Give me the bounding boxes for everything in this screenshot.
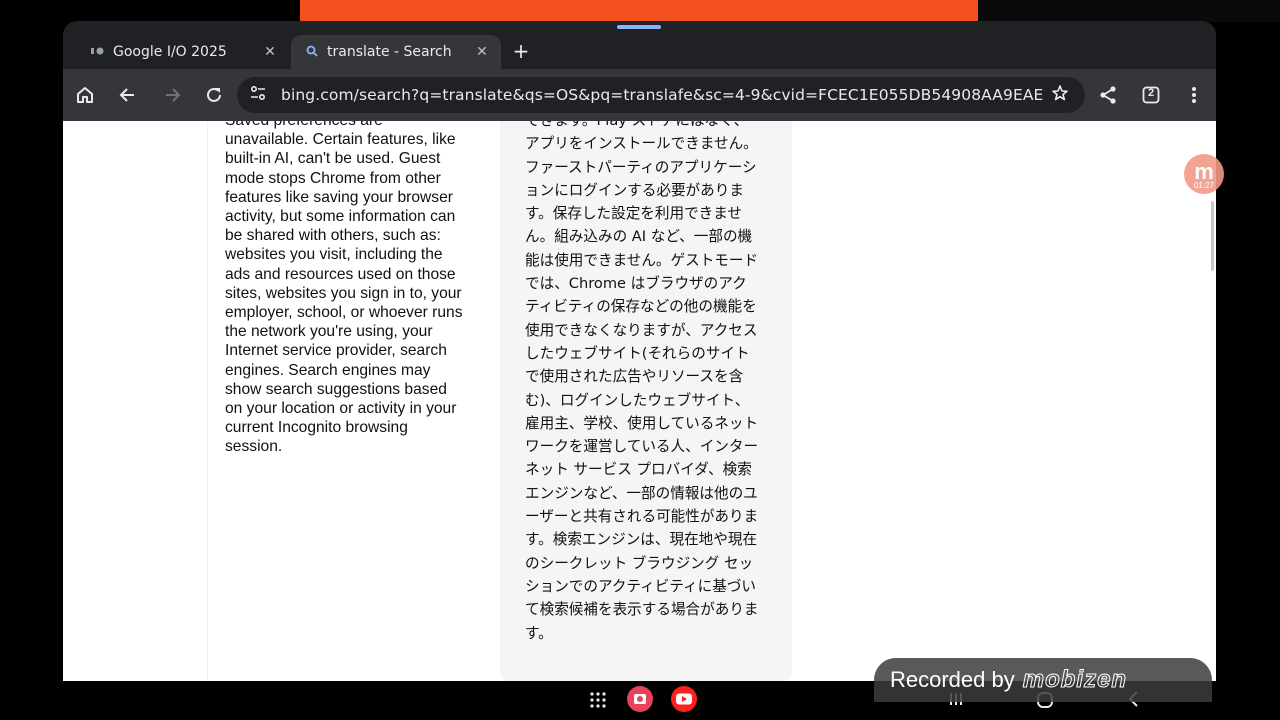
- recording-watermark: Recorded by mobizen: [874, 658, 1212, 702]
- tab-google-io[interactable]: Google I/O 2025 ✕: [77, 35, 289, 69]
- home-icon[interactable]: [71, 81, 99, 109]
- close-icon[interactable]: ✕: [261, 44, 279, 60]
- browser-window: Google I/O 2025 ✕ translate - Search ✕ +: [63, 21, 1216, 681]
- tab-count: 2: [1147, 87, 1155, 99]
- mobizen-logo: mobizen: [1022, 666, 1128, 694]
- english-source-text: Saved preferences are unavailable. Certa…: [225, 121, 463, 456]
- forward-arrow-icon[interactable]: [158, 81, 186, 109]
- back-arrow-icon[interactable]: [114, 81, 142, 109]
- close-icon[interactable]: ✕: [473, 44, 491, 60]
- share-icon[interactable]: [1094, 81, 1122, 109]
- page-scrollbar[interactable]: [1211, 201, 1214, 271]
- menu-kebab-icon[interactable]: [1180, 81, 1208, 109]
- youtube-app-icon[interactable]: [670, 685, 698, 717]
- tab-translate-search[interactable]: translate - Search ✕: [291, 35, 501, 69]
- new-tab-button[interactable]: +: [509, 39, 533, 63]
- search-icon: [305, 45, 319, 60]
- site-settings-icon[interactable]: [249, 84, 269, 106]
- tab-strip: Google I/O 2025 ✕ translate - Search ✕ +: [63, 33, 1216, 69]
- address-bar[interactable]: bing.com/search?q=translate&qs=OS&pq=tra…: [237, 77, 1085, 113]
- bookmark-star-icon[interactable]: [1051, 84, 1073, 106]
- watermark-text: Recorded by: [890, 667, 1015, 692]
- tab-title: translate - Search: [327, 44, 452, 60]
- mobizen-bubble[interactable]: m 01:27: [1184, 154, 1224, 194]
- screen-recorder-app-icon[interactable]: [626, 685, 654, 717]
- background-dark-left: [0, 0, 300, 22]
- tab-switcher-button[interactable]: 2: [1137, 81, 1165, 109]
- reload-icon[interactable]: [200, 81, 228, 109]
- background-video-strip: [300, 0, 978, 22]
- app-drawer-icon[interactable]: [589, 691, 607, 713]
- google-io-icon: [91, 45, 105, 59]
- bubble-timer: 01:27: [1193, 180, 1215, 190]
- japanese-translation-text: できます。Play ストアにはなく、アプリをインストールできません。ファーストパ…: [525, 121, 759, 642]
- url-text[interactable]: bing.com/search?q=translate&qs=OS&pq=tra…: [281, 86, 1045, 104]
- browser-toolbar: bing.com/search?q=translate&qs=OS&pq=tra…: [63, 69, 1216, 121]
- tab-title: Google I/O 2025: [113, 44, 227, 60]
- page-content: Saved preferences are unavailable. Certa…: [63, 121, 1216, 681]
- window-drag-handle[interactable]: [617, 25, 661, 29]
- background-dark-right: [978, 0, 1280, 22]
